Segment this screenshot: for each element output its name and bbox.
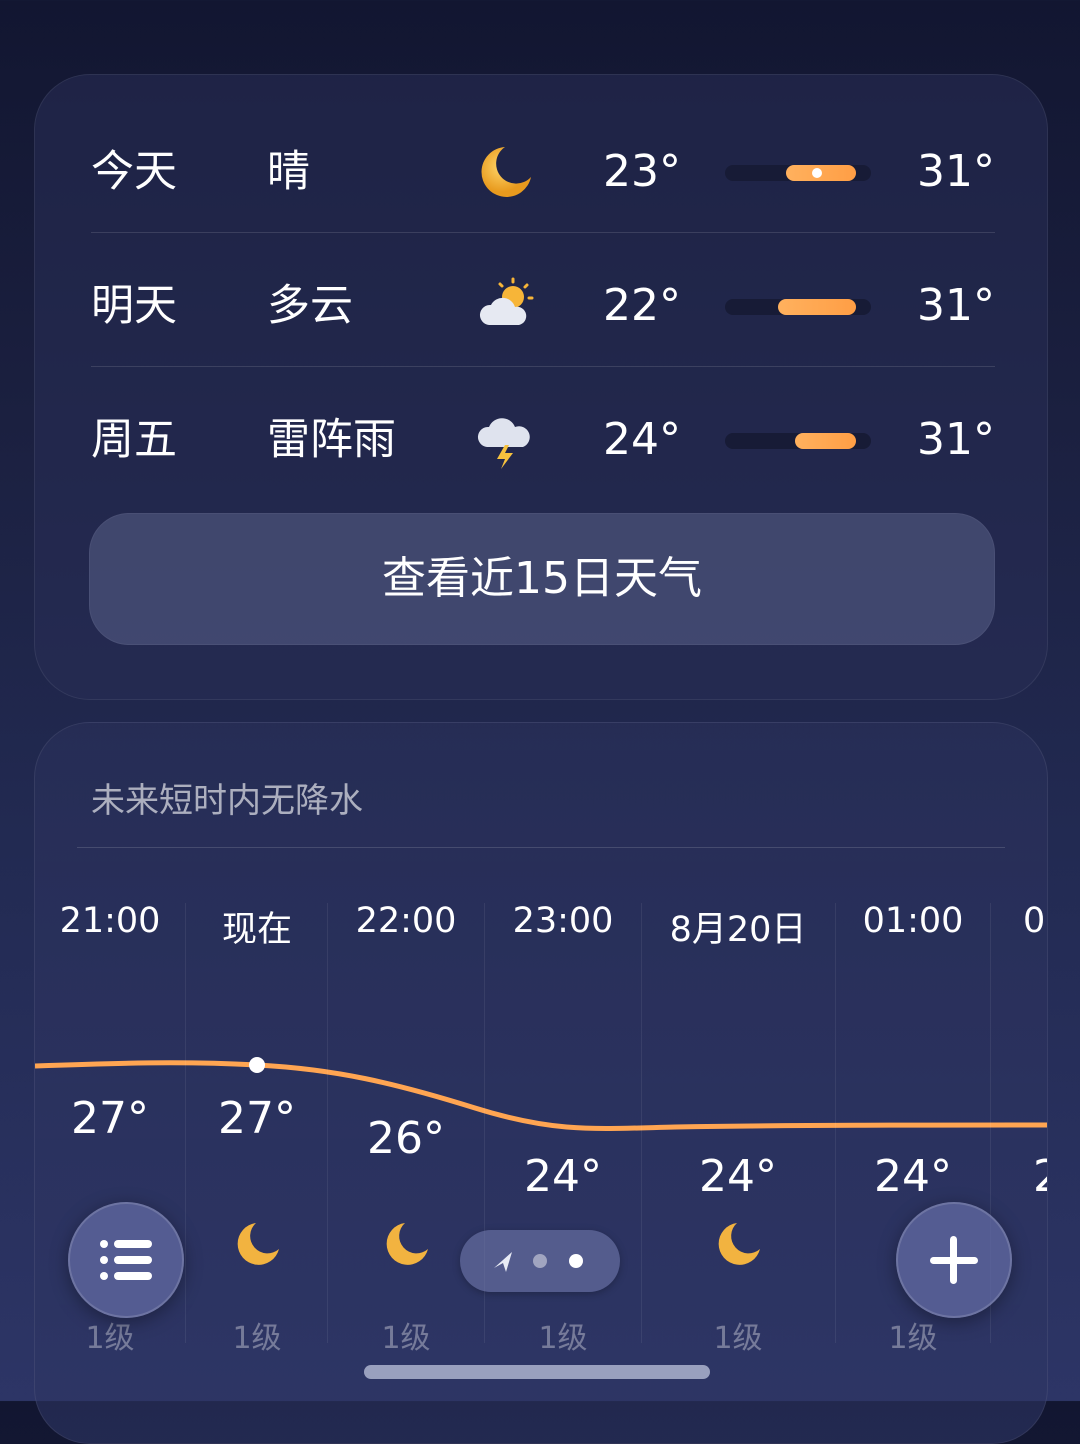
hour-label: 02 bbox=[1023, 901, 1047, 941]
plus-icon bbox=[930, 1236, 978, 1284]
forecast-high: 31° bbox=[917, 280, 995, 331]
moon-icon bbox=[237, 1223, 279, 1265]
hour-temp: 24° bbox=[699, 1151, 777, 1202]
location-arrow-icon bbox=[494, 1252, 583, 1272]
hour-wind: 1级 bbox=[538, 1321, 588, 1356]
hour-temp: 27° bbox=[218, 1093, 296, 1144]
forecast-condition: 晴 bbox=[267, 147, 310, 197]
forecast-day: 今天 bbox=[91, 147, 177, 197]
current-temp-marker bbox=[811, 168, 822, 178]
forecast-low: 24° bbox=[603, 414, 681, 465]
hour-temp: 2 bbox=[1033, 1151, 1047, 1202]
column-separator bbox=[641, 903, 642, 1343]
hour-temp: 24° bbox=[524, 1151, 602, 1202]
forecast-high: 31° bbox=[917, 414, 995, 465]
hour-label: 23:00 bbox=[512, 901, 614, 941]
column-separator bbox=[185, 903, 186, 1343]
hour-wind: 1级 bbox=[888, 1321, 938, 1356]
hour-label: 01:00 bbox=[862, 901, 964, 941]
city-list-button[interactable] bbox=[68, 1202, 184, 1318]
forecast-high: 31° bbox=[917, 146, 995, 197]
forecast-row-today[interactable]: 今天 晴 23° 31° bbox=[91, 105, 995, 239]
precipitation-status: 未来短时内无降水 bbox=[91, 781, 363, 821]
section-divider bbox=[77, 847, 1005, 848]
forecast-row-tomorrow[interactable]: 明天 多云 22° 31° bbox=[91, 239, 995, 373]
temp-range-fill bbox=[795, 433, 857, 449]
forecast-day: 周五 bbox=[91, 415, 177, 465]
partly-cloudy-icon bbox=[479, 277, 534, 325]
temp-range-fill bbox=[777, 299, 857, 315]
hour-temp: 24° bbox=[874, 1151, 952, 1202]
forecast-row-friday[interactable]: 周五 雷阵雨 24° 31° bbox=[91, 373, 995, 507]
column-separator bbox=[835, 903, 836, 1343]
hour-wind: 1级 bbox=[232, 1321, 282, 1356]
page-indicator[interactable] bbox=[460, 1230, 620, 1292]
hour-label: 8月20日 bbox=[669, 910, 807, 950]
hour-label: 现在 bbox=[221, 910, 293, 950]
page-dot-active bbox=[569, 1254, 583, 1268]
hour-wind: 1级 bbox=[381, 1321, 431, 1356]
moon-icon bbox=[481, 147, 531, 197]
page-dot bbox=[533, 1254, 547, 1268]
hour-wind: 1级 bbox=[85, 1321, 135, 1356]
row-divider bbox=[91, 232, 995, 233]
temp-range-bar bbox=[725, 433, 871, 449]
moon-icon bbox=[718, 1223, 760, 1265]
view-15-day-button[interactable]: 查看近15日天气 bbox=[89, 513, 995, 645]
thunderstorm-icon bbox=[477, 418, 530, 469]
daily-forecast-card: 今天 晴 23° 31° 明天 多云 22° 31° 周五 雷阵雨 24° 31… bbox=[34, 74, 1048, 700]
hour-label: 21:00 bbox=[59, 901, 161, 941]
hour-temp: 26° bbox=[367, 1113, 445, 1164]
home-indicator[interactable] bbox=[364, 1365, 710, 1379]
moon-icon bbox=[386, 1223, 428, 1265]
forecast-condition: 雷阵雨 bbox=[267, 415, 396, 465]
column-separator bbox=[327, 903, 328, 1343]
hour-wind: 1级 bbox=[713, 1321, 763, 1356]
forecast-low: 23° bbox=[603, 146, 681, 197]
list-icon bbox=[100, 1240, 152, 1280]
hourly-forecast-card: 未来短时内无降水 21:00 27° 1级 现在 27° 1级 22:00 26… bbox=[34, 722, 1048, 1444]
forecast-low: 22° bbox=[603, 280, 681, 331]
hour-label: 22:00 bbox=[355, 901, 457, 941]
forecast-condition: 多云 bbox=[267, 281, 353, 331]
temp-range-bar bbox=[725, 299, 871, 315]
temp-range-bar bbox=[725, 165, 871, 181]
forecast-day: 明天 bbox=[91, 281, 177, 331]
row-divider bbox=[91, 366, 995, 367]
add-city-button[interactable] bbox=[896, 1202, 1012, 1318]
current-hour-marker bbox=[249, 1057, 265, 1073]
hour-temp: 27° bbox=[71, 1093, 149, 1144]
